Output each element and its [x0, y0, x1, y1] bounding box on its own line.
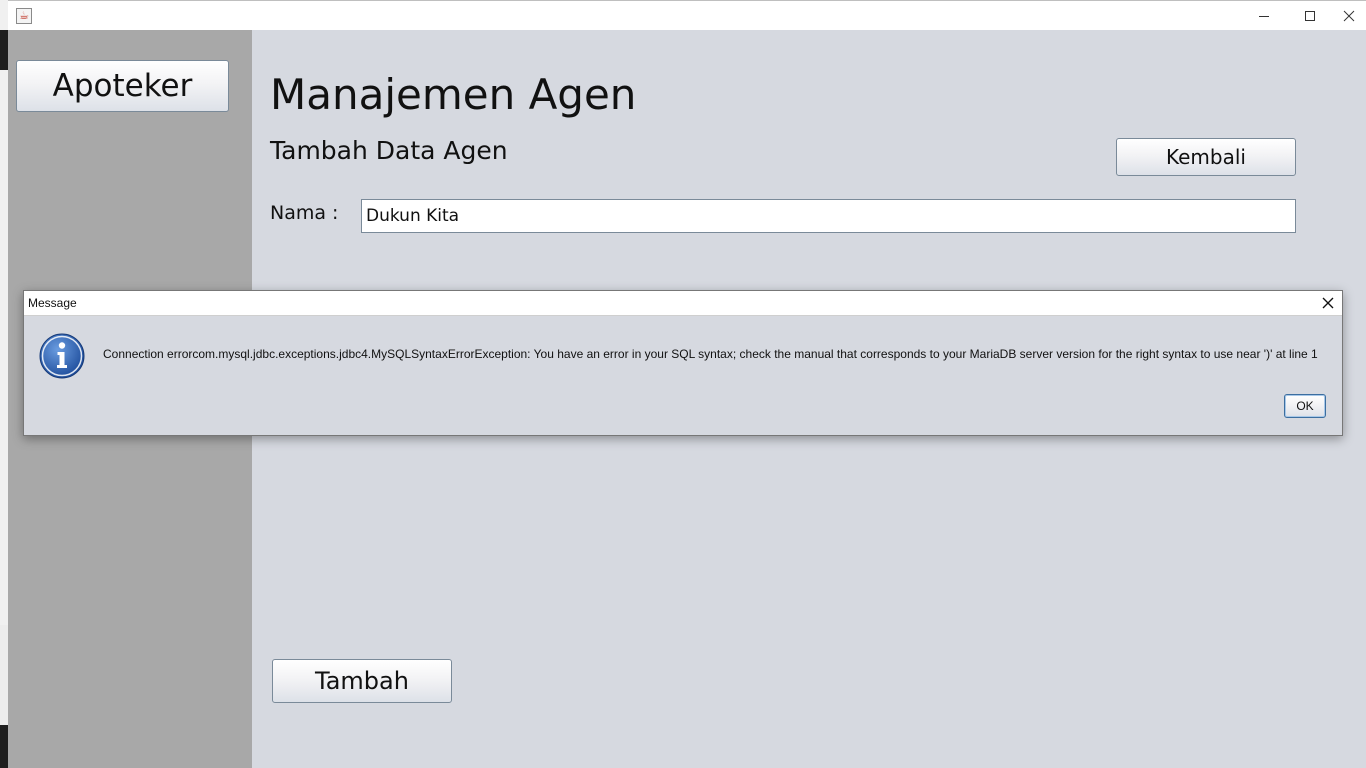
- dialog-message: Connection errorcom.mysql.jdbc.exception…: [103, 347, 1318, 361]
- java-icon[interactable]: ☕: [16, 8, 32, 24]
- close-button[interactable]: [1332, 1, 1366, 30]
- apoteker-button[interactable]: Apoteker: [16, 60, 229, 112]
- back-button[interactable]: Kembali: [1116, 138, 1296, 176]
- minimize-button[interactable]: [1241, 1, 1287, 30]
- maximize-icon: [1305, 10, 1315, 21]
- close-icon: [1343, 10, 1355, 21]
- ok-button[interactable]: OK: [1284, 394, 1326, 418]
- add-button[interactable]: Tambah: [272, 659, 452, 703]
- nama-input[interactable]: [361, 199, 1296, 233]
- minimize-icon: [1259, 15, 1269, 17]
- page-title: Manajemen Agen: [270, 70, 637, 119]
- desktop-band: [0, 30, 8, 70]
- window-titlebar: ☕: [8, 0, 1366, 30]
- close-icon: [1322, 297, 1334, 309]
- info-icon: [39, 333, 85, 379]
- desktop-edge: [0, 0, 8, 768]
- dialog-close-button[interactable]: [1314, 291, 1342, 315]
- nama-label: Nama :: [270, 202, 339, 224]
- desktop-band: [0, 625, 8, 725]
- dialog-title: Message: [28, 296, 77, 310]
- section-subtitle: Tambah Data Agen: [270, 136, 508, 165]
- maximize-button[interactable]: [1287, 1, 1333, 30]
- desktop-band: [0, 725, 8, 768]
- dialog-titlebar: Message: [24, 291, 1342, 316]
- message-dialog: Message Connection errorcom.mysql.jdbc.e…: [23, 290, 1343, 436]
